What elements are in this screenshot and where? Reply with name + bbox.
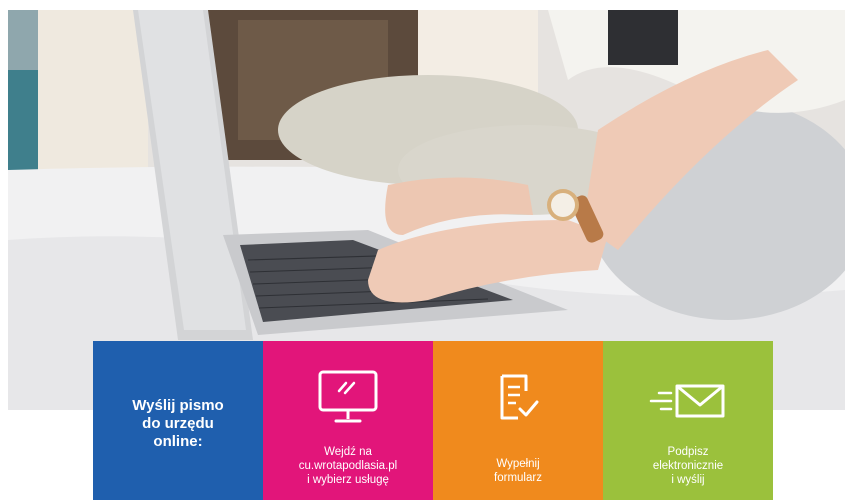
envelope-send-icon	[649, 381, 727, 426]
banner-title: Wyślij pismo do urzędu online:	[132, 397, 224, 450]
computer-monitor-icon	[317, 369, 379, 432]
step-visit-site: Wejdź na cu.wrotapodlasia.pl i wybierz u…	[263, 341, 433, 500]
step-fill-form: Wypełnij formularz	[433, 341, 603, 500]
step-sign-send: Podpisz elektronicznie i wyślij	[603, 341, 773, 500]
form-document-check-icon	[496, 373, 540, 426]
step-fill-form-label: Wypełnij formularz	[494, 458, 542, 484]
steps-banner: Wyślij pismo do urzędu online: Wejdź na …	[93, 341, 773, 500]
banner-title-panel: Wyślij pismo do urzędu online:	[93, 341, 263, 500]
step-sign-send-label: Podpisz elektronicznie i wyślij	[652, 446, 724, 486]
step-visit-site-label: Wejdź na cu.wrotapodlasia.pl i wybierz u…	[298, 446, 398, 486]
